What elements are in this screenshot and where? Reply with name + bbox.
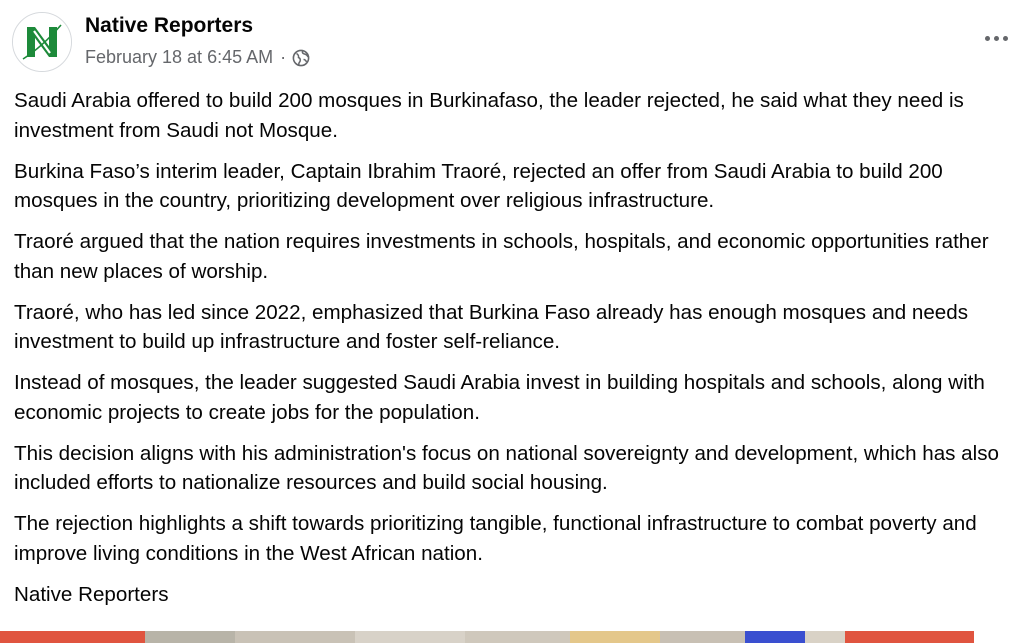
post-signature: Native Reporters (14, 582, 169, 606)
post-body: Saudi Arabia offered to build 200 mosque… (14, 86, 1014, 621)
facebook-post: Native Reporters February 18 at 6:45 AM … (0, 0, 1024, 643)
more-horizontal-icon (984, 35, 990, 41)
native-reporters-logo-icon (13, 13, 71, 71)
more-horizontal-icon (993, 35, 999, 41)
post-image-preview[interactable] (0, 631, 1024, 643)
post-header: Native Reporters February 18 at 6:45 AM … (0, 0, 1024, 80)
globe-icon[interactable] (292, 49, 310, 67)
post-paragraph: The rejection highlights a shift towards… (14, 512, 977, 565)
more-options-button[interactable] (976, 22, 1016, 54)
more-horizontal-icon (1002, 35, 1008, 41)
post-paragraph: Burkina Faso’s interim leader, Captain I… (14, 159, 943, 213)
meta-separator: · (280, 46, 287, 67)
post-paragraph: Traoré argued that the nation requires i… (14, 230, 989, 283)
post-paragraph: Instead of mosques, the leader suggested… (14, 371, 985, 424)
avatar[interactable] (12, 12, 72, 72)
post-paragraph: Saudi Arabia offered to build 200 mosque… (14, 89, 964, 142)
page-name-link[interactable]: Native Reporters (85, 14, 253, 38)
post-paragraph: Traoré, who has led since 2022, emphasiz… (14, 300, 969, 354)
post-paragraph: This decision aligns with his administra… (14, 441, 999, 495)
post-meta: February 18 at 6:45 AM · (85, 45, 310, 69)
post-timestamp[interactable]: February 18 at 6:45 AM (85, 47, 273, 68)
